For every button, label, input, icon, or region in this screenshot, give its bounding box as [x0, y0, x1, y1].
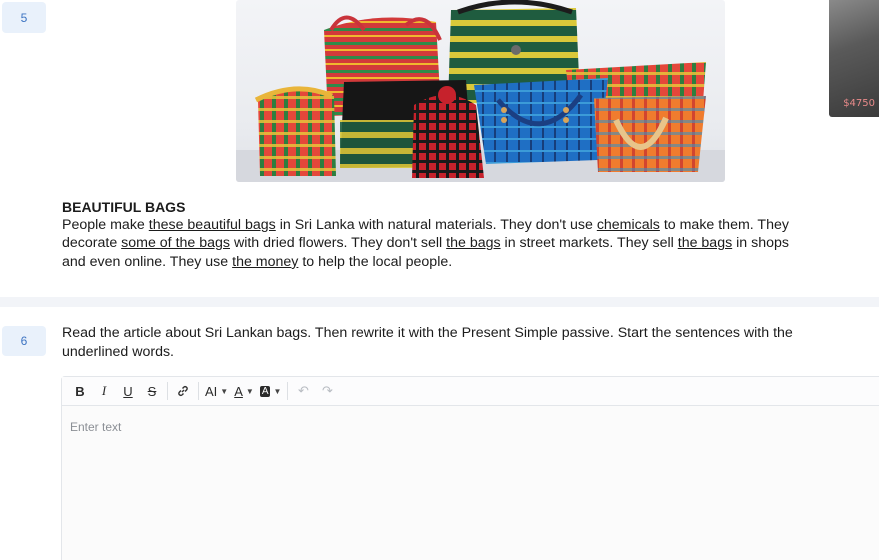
article-text: to help the local people.	[298, 253, 453, 270]
article-line: decorate some of the bags with dried flo…	[62, 234, 879, 252]
side-thumbnail[interactable]: $4750	[829, 0, 879, 117]
article-text: in shops	[732, 235, 789, 252]
text-color-icon: A	[234, 383, 243, 399]
underline-button[interactable]: U	[116, 380, 140, 402]
italic-button[interactable]: I	[92, 380, 116, 402]
underlined-phrase: these beautiful bags	[148, 217, 276, 233]
redo-button[interactable]: ↷	[315, 380, 339, 402]
article-text: to make them. They	[659, 217, 789, 233]
chevron-down-icon: ▼	[273, 386, 282, 396]
article-text: People make	[62, 217, 149, 233]
strikethrough-button[interactable]: S	[140, 380, 164, 402]
thumbnail-price: $4750	[843, 98, 875, 109]
instruction-line: underlined words.	[62, 343, 174, 360]
article-line: and even online. They use the money to h…	[62, 253, 879, 271]
chevron-down-icon: ▼	[245, 386, 254, 396]
underlined-phrase: the money	[232, 253, 299, 270]
section-divider	[0, 297, 879, 307]
toolbar-separator	[287, 382, 289, 400]
question-number: 5	[20, 10, 28, 25]
toolbar-separator	[167, 382, 168, 400]
bags-illustration	[236, 0, 725, 182]
article-text: and even online. They use	[62, 253, 233, 270]
article: BEAUTIFUL BAGS People make these beautif…	[62, 198, 879, 271]
chevron-down-icon: ▼	[220, 386, 229, 396]
editor-toolbar: B I U S AI ▼ A ▼ A ▼ ↶ ↷	[62, 377, 879, 406]
question-number-badge: 5	[2, 2, 46, 33]
undo-button[interactable]: ↶	[291, 380, 315, 402]
highlight-icon: A	[259, 385, 271, 397]
text-size-label: AI	[205, 383, 218, 399]
editor-text-area[interactable]	[62, 406, 879, 560]
underlined-phrase: chemicals	[596, 217, 660, 233]
question-number-badge: 6	[2, 326, 46, 356]
article-text: decorate	[62, 235, 122, 252]
toolbar-separator	[198, 382, 199, 400]
highlight-dropdown[interactable]: A ▼	[257, 380, 285, 402]
question-number: 6	[20, 334, 28, 348]
underlined-phrase: some of the bags	[121, 235, 230, 252]
article-title: BEAUTIFUL BAGS	[62, 199, 186, 215]
question-instruction: Read the article about Sri Lankan bags. …	[62, 324, 879, 361]
link-icon	[178, 385, 188, 397]
answer-editor: B I U S AI ▼ A ▼ A ▼ ↶ ↷	[61, 376, 879, 560]
instruction-line: Read the article about Sri Lankan bags. …	[62, 325, 793, 341]
link-button[interactable]	[171, 380, 195, 402]
article-text: with dried flowers. They don't sell	[230, 235, 447, 252]
article-text: in Sri Lanka with natural materials. The…	[275, 217, 597, 233]
article-line: People make these beautiful bags in Sri …	[62, 216, 879, 234]
text-color-dropdown[interactable]: A ▼	[231, 380, 257, 402]
bags-photo	[236, 0, 725, 182]
bold-button[interactable]: B	[68, 380, 92, 402]
article-text: in street markets. They sell	[500, 235, 678, 252]
underlined-phrase: the bags	[446, 235, 501, 252]
text-size-dropdown[interactable]: AI ▼	[202, 380, 231, 402]
answer-input[interactable]	[70, 420, 879, 434]
underlined-phrase: the bags	[677, 235, 733, 252]
